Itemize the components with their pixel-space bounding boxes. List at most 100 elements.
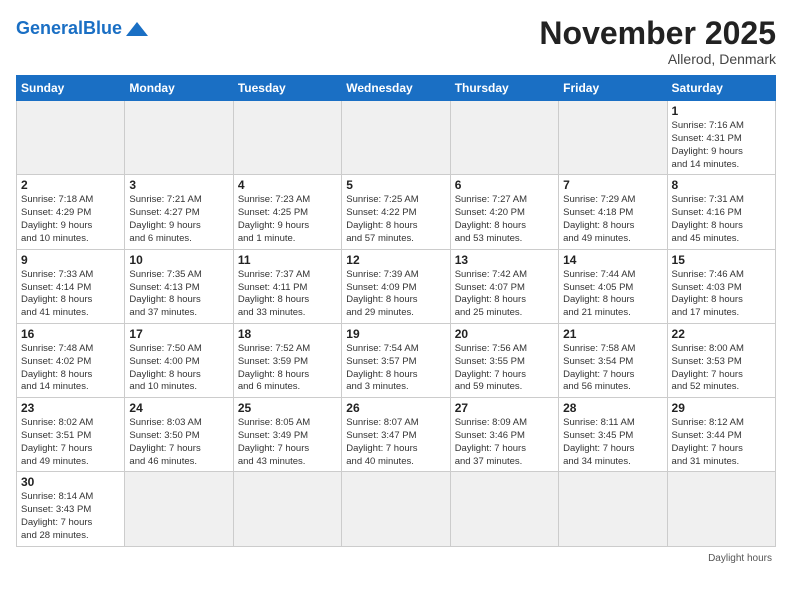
calendar-cell: 28Sunrise: 8:11 AM Sunset: 3:45 PM Dayli…	[559, 398, 667, 472]
day-number: 4	[238, 178, 337, 192]
calendar-cell: 23 Sunrise: 8:02 AM Sunset: 3:51 PM Dayli…	[17, 398, 125, 472]
day-number: 1	[672, 104, 771, 118]
day-number: 11	[238, 253, 337, 267]
day-number: 23	[21, 401, 120, 415]
day-number: 10	[129, 253, 228, 267]
calendar-week-3: 9Sunrise: 7:33 AM Sunset: 4:14 PM Daylig…	[17, 249, 776, 323]
day-info: Sunrise: 7:18 AM Sunset: 4:29 PM Dayligh…	[21, 194, 120, 245]
day-info: Sunrise: 8:02 AM Sunset: 3:51 PM Dayligh…	[21, 417, 120, 468]
day-number: 12	[346, 253, 445, 267]
day-number: 18	[238, 327, 337, 341]
day-number: 20	[455, 327, 554, 341]
day-number: 29	[672, 401, 771, 415]
calendar-cell	[559, 472, 667, 546]
day-info: Sunrise: 7:44 AM Sunset: 4:05 PM Dayligh…	[563, 269, 662, 320]
calendar-header-friday: Friday	[559, 76, 667, 101]
calendar-cell: 27 Sunrise: 8:09 AM Sunset: 3:46 PM Dayli…	[450, 398, 558, 472]
calendar-cell: 11 Sunrise: 7:37 AM Sunset: 4:11 PM Dayli…	[233, 249, 341, 323]
calendar-cell	[125, 472, 233, 546]
logo-blue: Blue	[83, 18, 122, 38]
calendar-week-4: 16 Sunrise: 7:48 AM Sunset: 4:02 PM Dayli…	[17, 323, 776, 397]
day-info: Sunrise: 7:48 AM Sunset: 4:02 PM Dayligh…	[21, 343, 120, 394]
day-number: 16	[21, 327, 120, 341]
day-info: Sunrise: 8:11 AM Sunset: 3:45 PM Dayligh…	[563, 417, 662, 468]
day-info: Sunrise: 7:52 AM Sunset: 3:59 PM Dayligh…	[238, 343, 337, 394]
calendar-cell	[450, 101, 558, 175]
calendar-cell: 29 Sunrise: 8:12 AM Sunset: 3:44 PM Dayli…	[667, 398, 775, 472]
calendar-header-tuesday: Tuesday	[233, 76, 341, 101]
day-info: Sunrise: 8:03 AM Sunset: 3:50 PM Dayligh…	[129, 417, 228, 468]
calendar-cell: 30Sunrise: 8:14 AM Sunset: 3:43 PM Dayli…	[17, 472, 125, 546]
calendar-cell: 15 Sunrise: 7:46 AM Sunset: 4:03 PM Dayli…	[667, 249, 775, 323]
day-info: Sunrise: 7:33 AM Sunset: 4:14 PM Dayligh…	[21, 269, 120, 320]
month-title: November 2025	[539, 16, 776, 51]
header: GeneralBlue November 2025 Allerod, Denma…	[16, 16, 776, 67]
calendar-cell: 17 Sunrise: 7:50 AM Sunset: 4:00 PM Dayli…	[125, 323, 233, 397]
day-number: 15	[672, 253, 771, 267]
calendar-table: SundayMondayTuesdayWednesdayThursdayFrid…	[16, 75, 776, 547]
day-number: 24	[129, 401, 228, 415]
calendar-header-saturday: Saturday	[667, 76, 775, 101]
calendar-cell: 5 Sunrise: 7:25 AM Sunset: 4:22 PM Daylig…	[342, 175, 450, 249]
calendar-cell: 24 Sunrise: 8:03 AM Sunset: 3:50 PM Dayli…	[125, 398, 233, 472]
calendar-week-5: 23 Sunrise: 8:02 AM Sunset: 3:51 PM Dayli…	[17, 398, 776, 472]
day-info: Sunrise: 7:46 AM Sunset: 4:03 PM Dayligh…	[672, 269, 771, 320]
day-number: 7	[563, 178, 662, 192]
day-number: 5	[346, 178, 445, 192]
calendar-cell: 3Sunrise: 7:21 AM Sunset: 4:27 PM Daylig…	[125, 175, 233, 249]
calendar-cell: 12 Sunrise: 7:39 AM Sunset: 4:09 PM Dayli…	[342, 249, 450, 323]
day-info: Sunrise: 7:16 AM Sunset: 4:31 PM Dayligh…	[672, 120, 771, 171]
calendar-cell: 16 Sunrise: 7:48 AM Sunset: 4:02 PM Dayli…	[17, 323, 125, 397]
day-number: 2	[21, 178, 120, 192]
footer-bar: Daylight hours	[16, 553, 776, 564]
day-info: Sunrise: 7:50 AM Sunset: 4:00 PM Dayligh…	[129, 343, 228, 394]
calendar-cell: 18 Sunrise: 7:52 AM Sunset: 3:59 PM Dayli…	[233, 323, 341, 397]
calendar-cell	[342, 472, 450, 546]
day-number: 13	[455, 253, 554, 267]
day-info: Sunrise: 8:09 AM Sunset: 3:46 PM Dayligh…	[455, 417, 554, 468]
day-number: 26	[346, 401, 445, 415]
day-info: Sunrise: 8:12 AM Sunset: 3:44 PM Dayligh…	[672, 417, 771, 468]
calendar-header-monday: Monday	[125, 76, 233, 101]
day-info: Sunrise: 8:05 AM Sunset: 3:49 PM Dayligh…	[238, 417, 337, 468]
day-info: Sunrise: 7:35 AM Sunset: 4:13 PM Dayligh…	[129, 269, 228, 320]
day-number: 25	[238, 401, 337, 415]
day-info: Sunrise: 7:37 AM Sunset: 4:11 PM Dayligh…	[238, 269, 337, 320]
calendar-cell: 26Sunrise: 8:07 AM Sunset: 3:47 PM Dayli…	[342, 398, 450, 472]
calendar-cell: 4 Sunrise: 7:23 AM Sunset: 4:25 PM Daylig…	[233, 175, 341, 249]
calendar-cell	[125, 101, 233, 175]
calendar-week-1: 1 Sunrise: 7:16 AM Sunset: 4:31 PM Daylig…	[17, 101, 776, 175]
day-info: Sunrise: 7:39 AM Sunset: 4:09 PM Dayligh…	[346, 269, 445, 320]
calendar-week-6: 30Sunrise: 8:14 AM Sunset: 3:43 PM Dayli…	[17, 472, 776, 546]
day-info: Sunrise: 7:42 AM Sunset: 4:07 PM Dayligh…	[455, 269, 554, 320]
day-number: 19	[346, 327, 445, 341]
calendar-cell: 19 Sunrise: 7:54 AM Sunset: 3:57 PM Dayli…	[342, 323, 450, 397]
calendar-cell: 1 Sunrise: 7:16 AM Sunset: 4:31 PM Daylig…	[667, 101, 775, 175]
day-info: Sunrise: 7:23 AM Sunset: 4:25 PM Dayligh…	[238, 194, 337, 245]
calendar-week-2: 2 Sunrise: 7:18 AM Sunset: 4:29 PM Daylig…	[17, 175, 776, 249]
calendar-cell: 8Sunrise: 7:31 AM Sunset: 4:16 PM Daylig…	[667, 175, 775, 249]
calendar-header-row: SundayMondayTuesdayWednesdayThursdayFrid…	[17, 76, 776, 101]
day-number: 6	[455, 178, 554, 192]
day-number: 3	[129, 178, 228, 192]
day-number: 17	[129, 327, 228, 341]
calendar-cell: 7Sunrise: 7:29 AM Sunset: 4:18 PM Daylig…	[559, 175, 667, 249]
day-info: Sunrise: 8:00 AM Sunset: 3:53 PM Dayligh…	[672, 343, 771, 394]
day-number: 21	[563, 327, 662, 341]
title-area: November 2025 Allerod, Denmark	[539, 16, 776, 67]
calendar-cell: 9Sunrise: 7:33 AM Sunset: 4:14 PM Daylig…	[17, 249, 125, 323]
calendar-cell: 25 Sunrise: 8:05 AM Sunset: 3:49 PM Dayli…	[233, 398, 341, 472]
calendar-cell: 6Sunrise: 7:27 AM Sunset: 4:20 PM Daylig…	[450, 175, 558, 249]
daylight-label: Daylight hours	[708, 553, 772, 564]
calendar-header-sunday: Sunday	[17, 76, 125, 101]
calendar-cell: 10 Sunrise: 7:35 AM Sunset: 4:13 PM Dayli…	[125, 249, 233, 323]
day-info: Sunrise: 7:31 AM Sunset: 4:16 PM Dayligh…	[672, 194, 771, 245]
calendar-cell: 2 Sunrise: 7:18 AM Sunset: 4:29 PM Daylig…	[17, 175, 125, 249]
calendar-cell	[17, 101, 125, 175]
day-number: 27	[455, 401, 554, 415]
calendar-cell: 14Sunrise: 7:44 AM Sunset: 4:05 PM Dayli…	[559, 249, 667, 323]
day-info: Sunrise: 7:25 AM Sunset: 4:22 PM Dayligh…	[346, 194, 445, 245]
day-info: Sunrise: 8:14 AM Sunset: 3:43 PM Dayligh…	[21, 491, 120, 542]
logo-triangle-icon	[126, 18, 148, 40]
day-info: Sunrise: 7:54 AM Sunset: 3:57 PM Dayligh…	[346, 343, 445, 394]
